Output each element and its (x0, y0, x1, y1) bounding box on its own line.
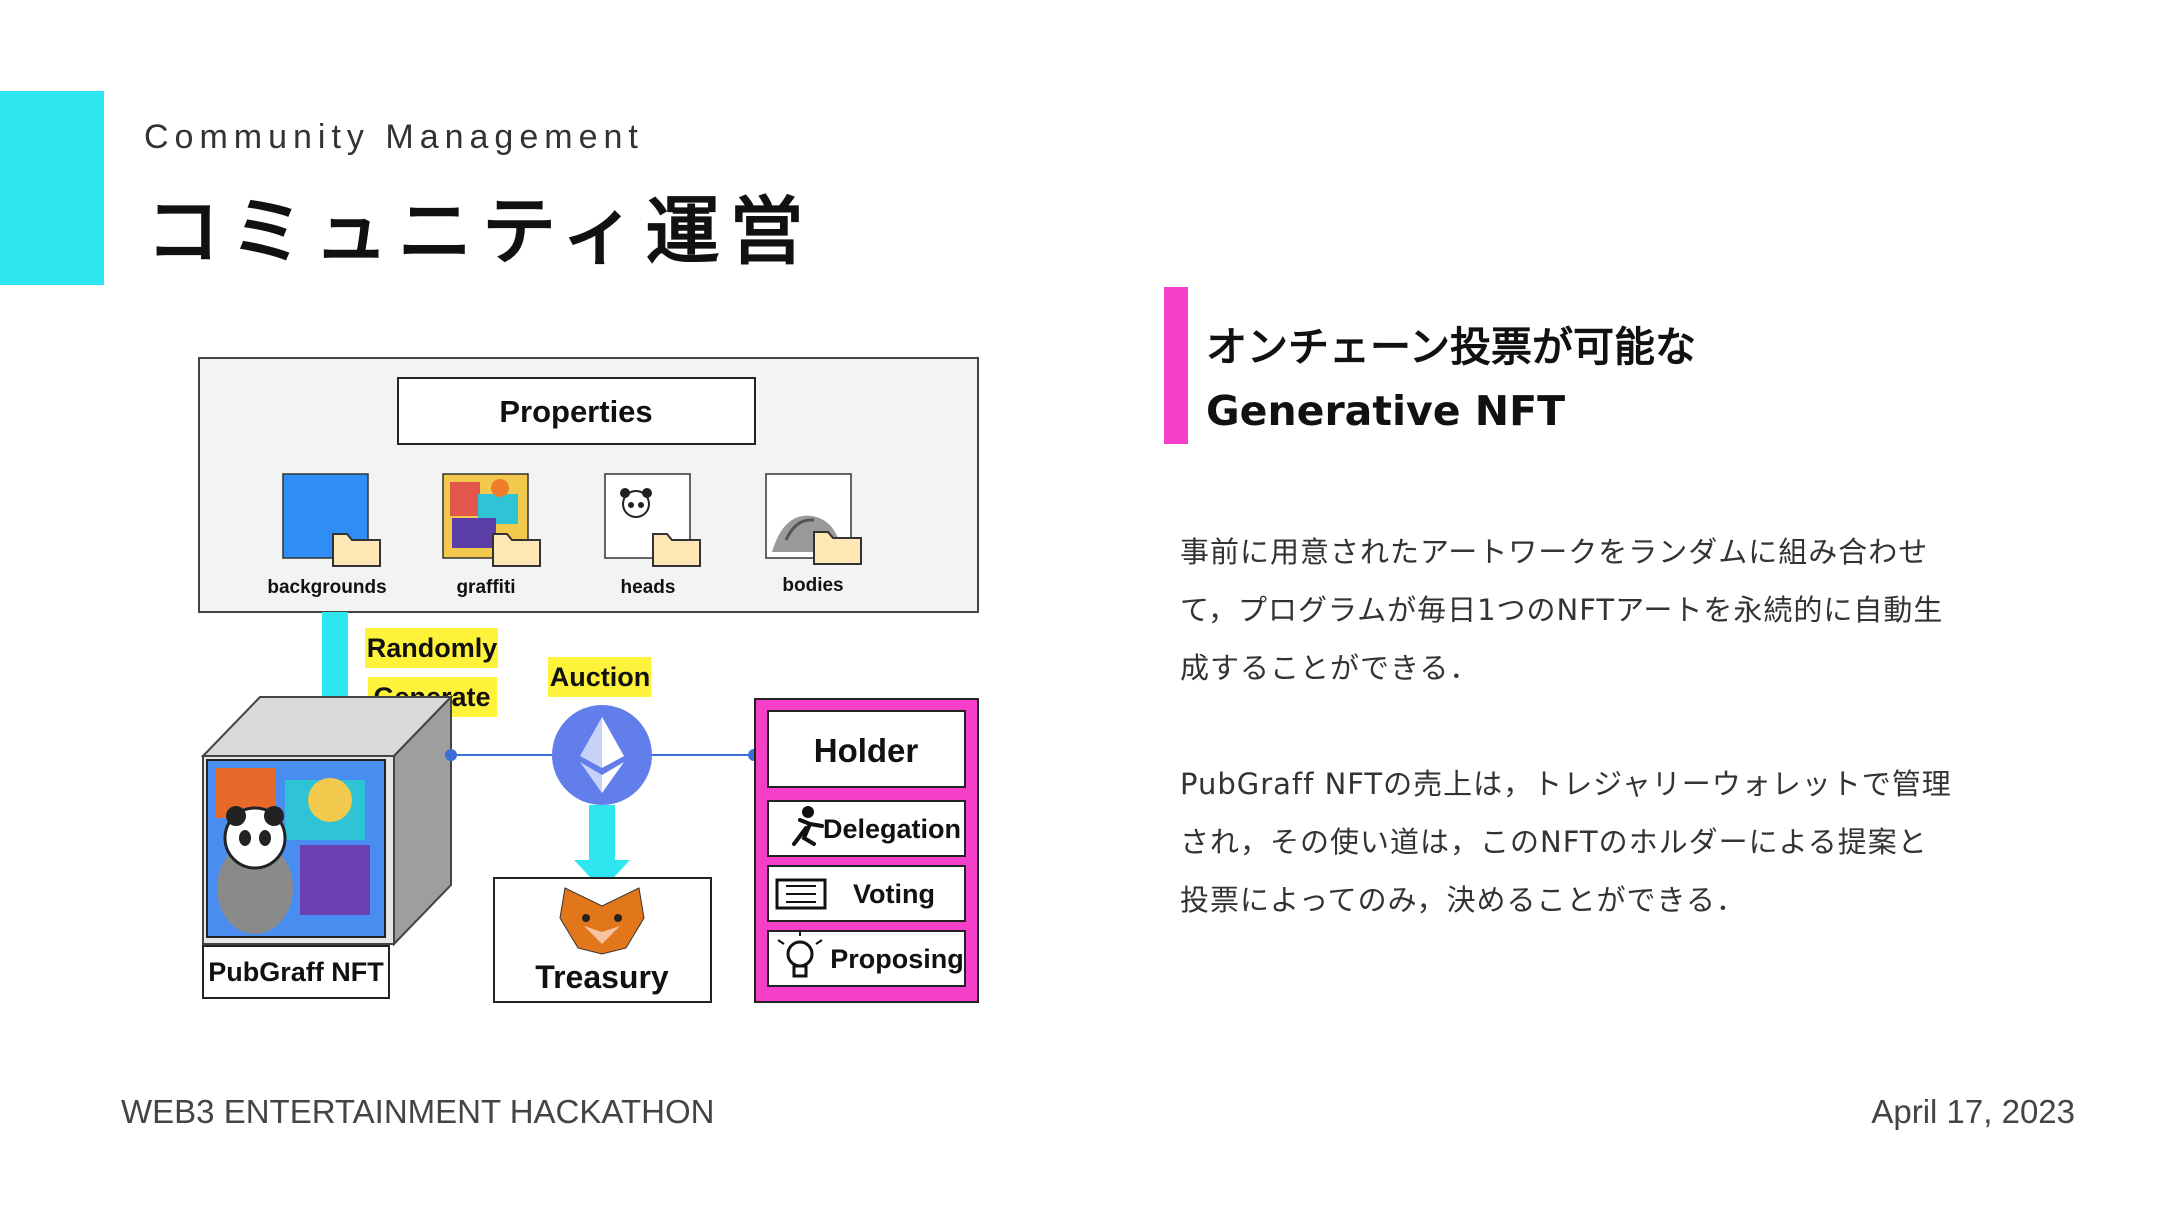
footer-date: April 17, 2023 (1871, 1093, 2075, 1130)
holder-label: Holder (814, 732, 919, 769)
architecture-diagram: Properties backgrounds graffiti heads bo… (198, 357, 979, 1003)
ethereum-icon (552, 705, 652, 805)
folder-label-bodies: bodies (782, 575, 843, 596)
paragraph-1: 事前に用意されたアートワークをランダムに組み合わせ て，プログラムが毎日1つのN… (1180, 523, 1943, 697)
properties-label: Properties (499, 394, 652, 429)
folder-heads (604, 473, 701, 567)
folder-graffiti (442, 473, 541, 567)
connector-dot-left (445, 749, 457, 761)
headline-line2: Generative NFT (1206, 387, 1566, 435)
delegation-label: Delegation (823, 814, 961, 844)
pink-accent-bar (1164, 287, 1188, 444)
paragraph-1-line: 成することができる． (1180, 651, 1480, 685)
footer-event: WEB3 ENTERTAINMENT HACKATHON (121, 1093, 715, 1130)
paragraph-2-line: 投票によってのみ，決めることができる． (1180, 883, 1746, 917)
nft-cube (200, 694, 454, 947)
folder-label-graffiti: graffiti (456, 577, 515, 598)
paragraph-2-line: PubGraff NFTの売上は，トレジャリーウォレットで管理 (1180, 767, 1952, 801)
paragraph-2-line: され，その使い道は，このNFTのホルダーによる提案と (1180, 825, 1928, 859)
proposing-label: Proposing (830, 944, 964, 974)
folder-backgrounds (282, 473, 381, 567)
paragraph-1-line: 事前に用意されたアートワークをランダムに組み合わせ (1180, 535, 1929, 569)
folder-label-heads: heads (621, 577, 676, 598)
randomly-label: Randomly (367, 633, 498, 663)
nft-label: PubGraff NFT (208, 957, 384, 987)
paragraph-2: PubGraff NFTの売上は，トレジャリーウォレットで管理 され，その使い道… (1180, 755, 1952, 929)
folder-bodies (765, 473, 862, 565)
treasury-label: Treasury (535, 959, 669, 995)
paragraph-1-line: て，プログラムが毎日1つのNFTアートを永続的に自動生 (1180, 593, 1944, 627)
folder-label-backgrounds: backgrounds (267, 577, 386, 598)
auction-label: Auction (550, 662, 651, 692)
voting-label: Voting (853, 879, 935, 909)
headline-line1: オンチェーン投票が可能な (1206, 323, 1696, 371)
